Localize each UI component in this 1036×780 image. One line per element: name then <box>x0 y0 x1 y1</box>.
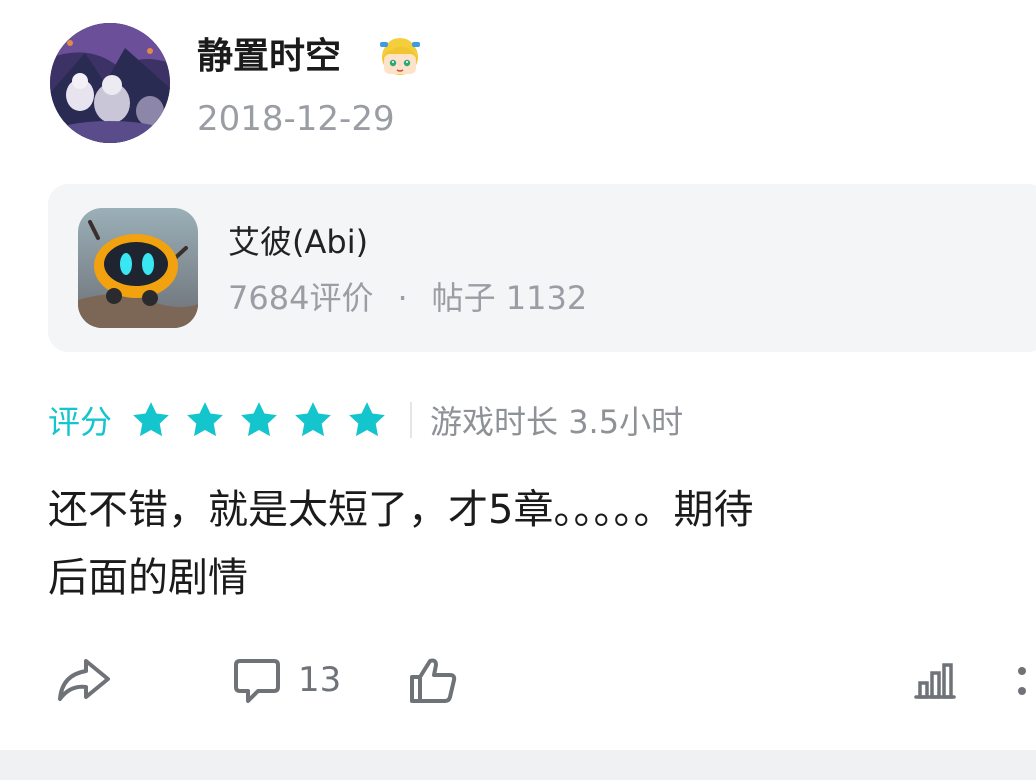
post-date: 2018-12-29 <box>197 99 395 139</box>
comment-icon <box>234 659 280 703</box>
action-bar: 13 <box>0 646 1036 714</box>
comment-button[interactable]: 13 <box>232 654 341 706</box>
divider <box>410 402 413 438</box>
stats-button[interactable] <box>912 654 958 706</box>
more-vertical-icon <box>1018 667 1026 695</box>
author-name[interactable]: 静置时空 <box>197 34 341 80</box>
share-icon <box>58 659 110 701</box>
star-icon <box>241 402 277 437</box>
star-icon <box>349 402 385 437</box>
star-icon <box>133 402 169 437</box>
bottom-separator <box>0 750 1036 780</box>
robot-game-icon <box>78 208 198 328</box>
rating-row: 评分 游戏时长 3.5小时 <box>48 398 683 442</box>
star-icon <box>187 402 223 437</box>
game-card[interactable]: 艾彼(Abi) 7684评价 · 帖子 1132 <box>48 184 1036 352</box>
more-button[interactable] <box>1012 654 1032 706</box>
thumbs-up-icon <box>410 658 457 703</box>
review-text: 还不错，就是太短了，才5章。。。。。期待 后面的剧情 <box>48 476 1008 612</box>
star-rating <box>130 399 400 441</box>
bottom-divider <box>48 748 1036 750</box>
review-card: 静置时空 2018-12-29 艾彼(Abi) 7684评价 · 帖子 1132… <box>0 0 1036 780</box>
game-name[interactable]: 艾彼(Abi) <box>228 222 368 262</box>
review-text-line: 还不错，就是太短了，才5章。。。。。期待 <box>48 487 754 533</box>
rating-label: 评分 <box>48 403 113 441</box>
game-stats: 7684评价 · 帖子 1132 <box>228 278 587 318</box>
user-avatar[interactable] <box>50 23 170 143</box>
star-icon <box>295 402 331 437</box>
review-text-line: 后面的剧情 <box>48 555 248 601</box>
review-count: 7684评价 <box>228 279 374 317</box>
avatar-image <box>50 23 170 143</box>
share-button[interactable] <box>56 654 112 706</box>
separator-dot: · <box>397 279 408 317</box>
anime-girl-badge-icon <box>375 30 425 80</box>
comment-count: 13 <box>298 660 342 700</box>
post-count: 帖子 1132 <box>431 279 588 317</box>
like-button[interactable] <box>408 654 458 706</box>
playtime: 游戏时长 3.5小时 <box>430 403 684 441</box>
bar-chart-icon <box>914 663 956 699</box>
